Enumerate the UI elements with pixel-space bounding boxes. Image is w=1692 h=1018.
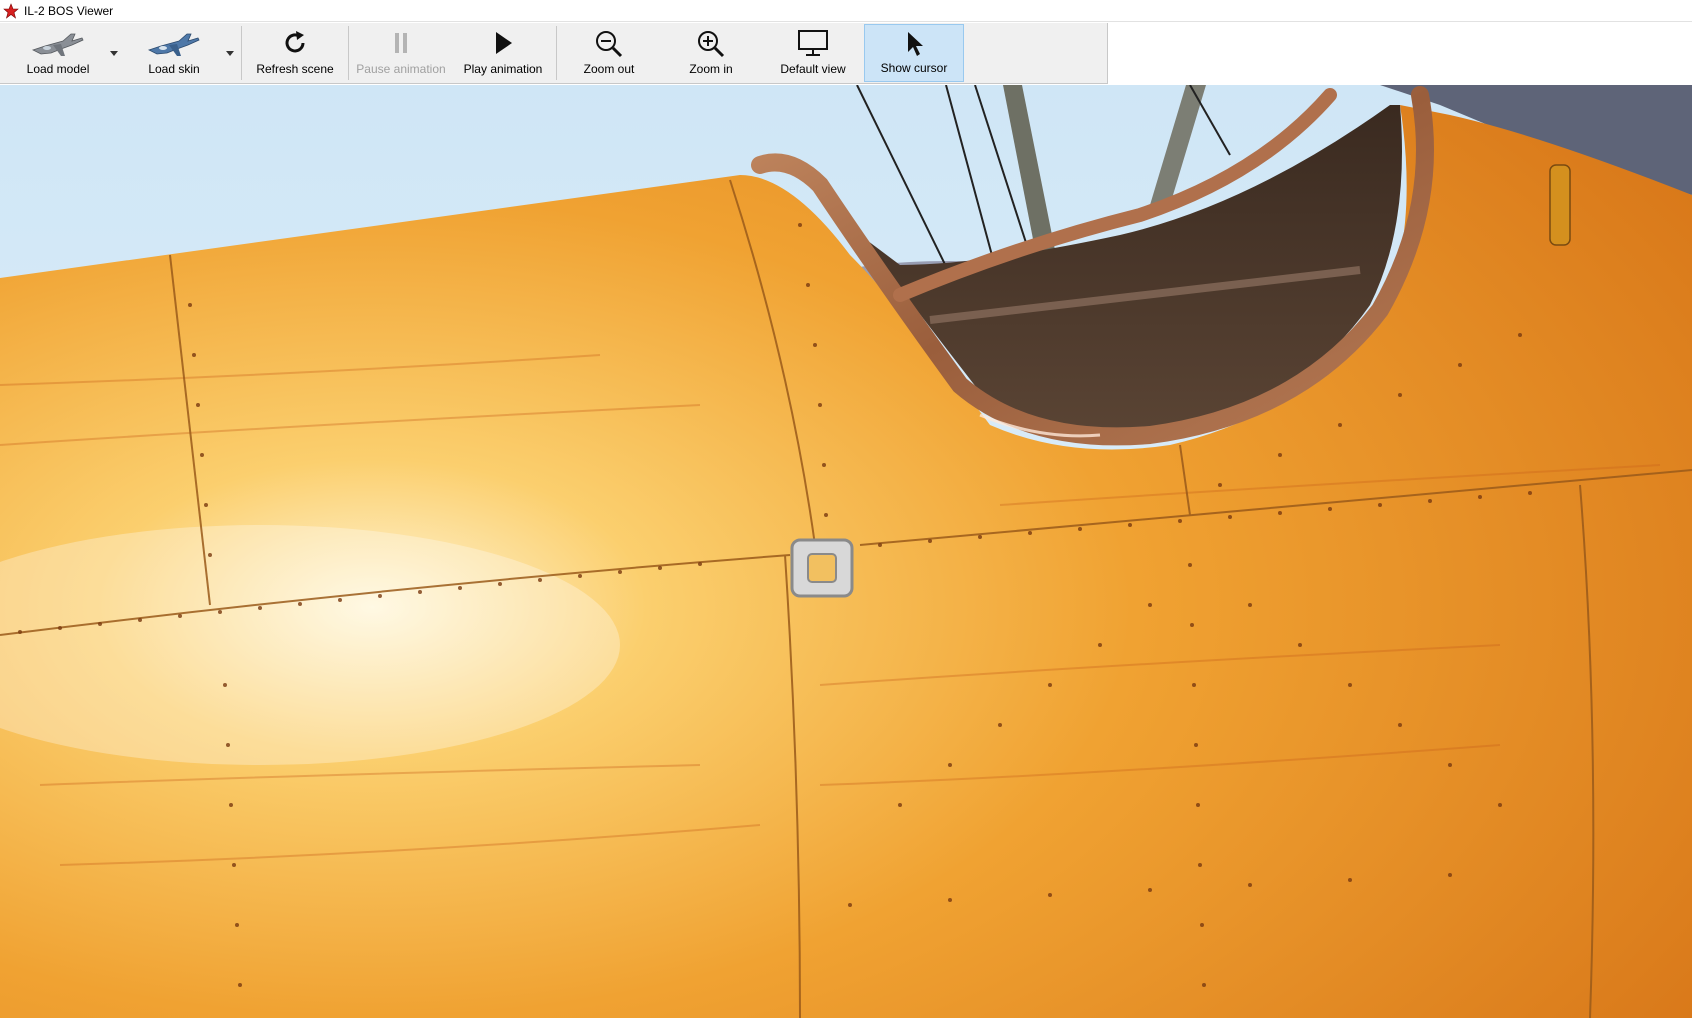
zoom-in-icon — [698, 31, 725, 58]
window-title: IL-2 BOS Viewer — [24, 3, 114, 18]
show-cursor-button[interactable]: Show cursor — [864, 24, 964, 82]
toolbar-separator — [556, 26, 557, 80]
zoom-in-label: Zoom in — [689, 62, 733, 76]
show-cursor-label: Show cursor — [880, 61, 948, 75]
refresh-scene-button[interactable]: Refresh scene — [246, 24, 344, 82]
refresh-icon — [285, 31, 305, 53]
toolbar-separator — [241, 26, 242, 80]
title-bar: IL-2 BOS Viewer — [0, 0, 1692, 22]
play-animation-button[interactable]: Play animation — [454, 24, 552, 82]
load-model-dropdown[interactable] — [106, 24, 122, 82]
pause-animation-button[interactable]: Pause animation — [352, 24, 450, 82]
toolbar: Load model Load skin Refresh scene Pause… — [0, 23, 1108, 84]
load-skin-label: Load skin — [148, 62, 200, 76]
cursor-arrow-icon — [908, 32, 923, 56]
load-model-label: Load model — [26, 62, 90, 76]
zoom-out-button[interactable]: Zoom out — [560, 24, 658, 82]
refresh-scene-label: Refresh scene — [256, 62, 334, 76]
metal-fitting — [790, 538, 854, 598]
airplane-icon — [31, 33, 84, 56]
pause-icon — [395, 33, 407, 53]
zoom-in-button[interactable]: Zoom in — [662, 24, 760, 82]
default-view-button[interactable]: Default view — [764, 24, 862, 82]
zoom-out-icon — [596, 31, 623, 58]
load-skin-dropdown[interactable] — [222, 24, 238, 82]
toolbar-separator — [348, 26, 349, 80]
pause-animation-label: Pause animation — [356, 62, 446, 76]
load-skin-button[interactable]: Load skin — [124, 24, 224, 82]
play-icon — [496, 32, 512, 54]
play-animation-label: Play animation — [463, 62, 543, 76]
dropdown-arrow-icon — [110, 50, 118, 56]
airplane-skin-icon — [147, 33, 200, 56]
aircraft-fuselage-render — [0, 85, 1692, 1018]
load-model-button[interactable]: Load model — [6, 24, 110, 82]
app-star-icon — [3, 2, 19, 19]
monitor-icon — [798, 30, 828, 56]
3d-viewport[interactable] — [0, 85, 1692, 1018]
dropdown-arrow-icon — [226, 50, 234, 56]
default-view-label: Default view — [780, 62, 846, 76]
zoom-out-label: Zoom out — [583, 62, 635, 76]
